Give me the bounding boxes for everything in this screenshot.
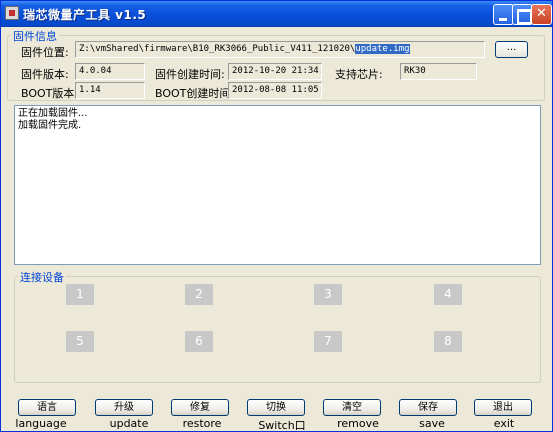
exit-caption: exit — [493, 417, 515, 430]
boot-version-field: 1.14 — [75, 82, 145, 99]
window-title: 瑞芯微量产工具 v1.5 — [23, 8, 147, 22]
device-slot-8[interactable]: 8 — [434, 331, 462, 352]
boot-version-label: BOOT版本: — [21, 87, 79, 100]
device-slot-4[interactable]: 4 — [434, 284, 462, 305]
app-icon — [5, 6, 19, 20]
firmware-version-field: 4.0.04 — [75, 63, 145, 80]
save-caption: save — [419, 417, 445, 430]
boot-created-field: 2012-08-08 11:05:10 — [228, 82, 322, 99]
firmware-info-title: 固件信息 — [11, 28, 59, 44]
restore-caption: restore — [182, 417, 222, 430]
language-caption: language — [15, 417, 67, 430]
firmware-created-field: 2012-10-20 21:34:49 — [228, 63, 322, 80]
switch-caption: Switch口 — [258, 419, 306, 432]
devices-title: 连接设备 — [18, 269, 66, 285]
device-slot-3[interactable]: 3 — [314, 284, 342, 305]
firmware-path-selected: update.img — [355, 44, 410, 54]
log-line: 加载固件完成. — [18, 120, 82, 131]
boot-created-label: BOOT创建时间: — [155, 87, 235, 100]
device-slot-7[interactable]: 7 — [314, 331, 342, 352]
firmware-created-label: 固件创建时间: — [155, 68, 225, 81]
language-button[interactable]: 语言 — [18, 399, 76, 416]
exit-button[interactable]: 退出 — [474, 399, 532, 416]
firmware-path-prefix: Z:\vmShared\firmware\B10_RK3066_Public_V… — [79, 44, 356, 54]
device-slot-1[interactable]: 1 — [66, 284, 94, 305]
browse-button[interactable]: ... — [495, 41, 528, 58]
save-button[interactable]: 保存 — [399, 399, 457, 416]
close-button[interactable] — [531, 4, 552, 25]
device-slot-5[interactable]: 5 — [66, 331, 94, 352]
firmware-version-label: 固件版本: — [21, 68, 69, 81]
log-line: 正在加载固件... — [18, 108, 88, 119]
chip-field: RK30 — [400, 63, 477, 80]
minimize-button[interactable] — [493, 4, 514, 25]
restore-button[interactable]: 修复 — [171, 399, 229, 416]
clear-button[interactable]: 清空 — [323, 399, 381, 416]
device-slot-6[interactable]: 6 — [185, 331, 213, 352]
update-caption: update — [109, 417, 149, 430]
title-bar[interactable]: 瑞芯微量产工具 v1.5 — [1, 1, 552, 27]
maximize-button[interactable] — [512, 4, 533, 25]
firmware-path-label: 固件位置: — [21, 46, 69, 59]
switch-button[interactable]: 切换 — [247, 399, 305, 416]
main-window: 瑞芯微量产工具 v1.5 固件信息 固件位置: Z:\vmShared\firm… — [0, 0, 553, 432]
device-slot-2[interactable]: 2 — [185, 284, 213, 305]
log-textarea[interactable]: 正在加载固件... 加载固件完成. — [14, 105, 541, 265]
firmware-path-field[interactable]: Z:\vmShared\firmware\B10_RK3066_Public_V… — [75, 41, 485, 58]
chip-label: 支持芯片: — [335, 68, 383, 81]
remove-caption: remove — [337, 417, 379, 430]
update-button[interactable]: 升级 — [95, 399, 153, 416]
